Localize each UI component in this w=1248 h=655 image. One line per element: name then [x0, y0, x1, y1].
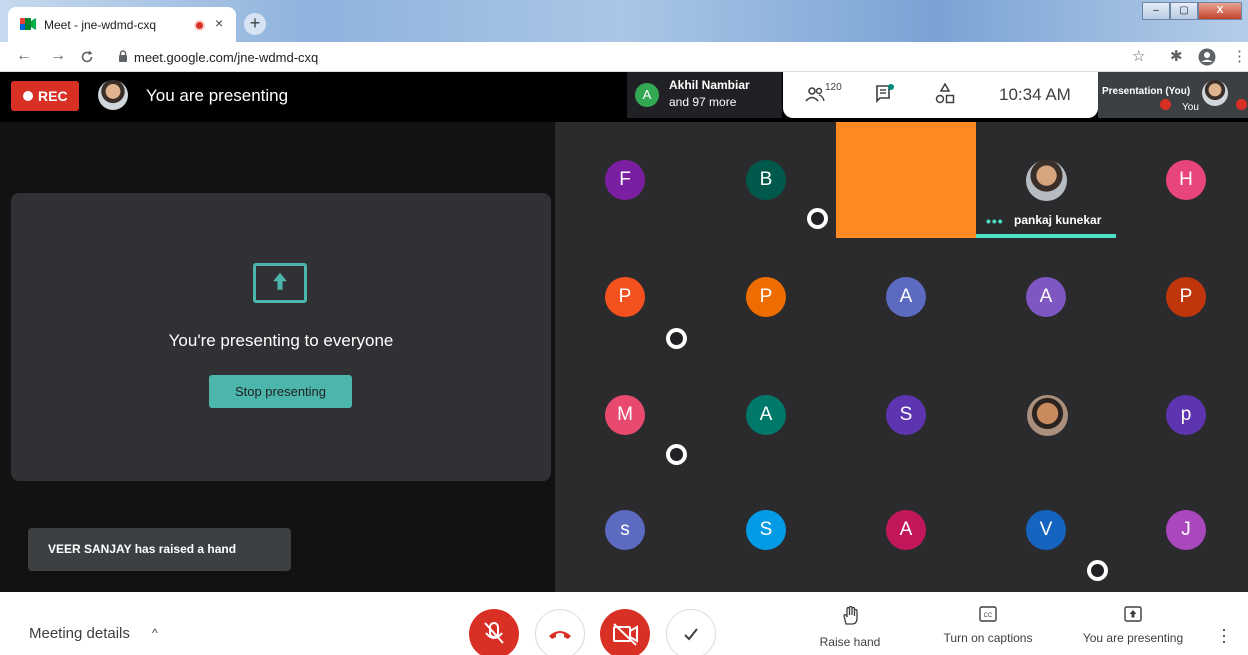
mic-off-icon [484, 622, 504, 644]
camera-off-icon [613, 623, 638, 646]
minimize-button[interactable]: – [1142, 2, 1170, 20]
present-icon [1124, 606, 1142, 622]
maximize-button[interactable]: ▢ [1170, 2, 1198, 20]
raise-hand-label: Raise hand [819, 635, 881, 649]
window-controls: – ▢ X [1142, 2, 1242, 20]
hand-icon [843, 605, 858, 625]
recording-dot-icon [23, 91, 33, 101]
mic-off-button[interactable] [469, 609, 519, 655]
captions-icon: CC [979, 606, 997, 622]
participant-avatar: S [886, 395, 926, 435]
hand-icon [666, 444, 687, 465]
muted-icon [1160, 99, 1171, 110]
participant-avatar: A [886, 277, 926, 317]
more-icon[interactable]: · · · [1221, 620, 1227, 650]
raised-hand-toast: VEER SANJAY has raised a hand [28, 528, 291, 571]
meeting-info-pill: 120 10:34 AM [783, 72, 1098, 118]
address-bar: ← → meet.google.com/jne-wdmd-cxq ☆ ✱ ⋮ [0, 42, 1248, 72]
extensions-icon[interactable]: ✱ [1170, 47, 1183, 65]
svg-text:CC: CC [984, 613, 993, 619]
menu-icon[interactable]: ⋮ [1232, 47, 1247, 65]
participant-avatar: p [1166, 395, 1206, 435]
captions-label: Turn on captions [943, 631, 1033, 645]
people-icon[interactable] [805, 86, 825, 102]
new-tab-button[interactable]: + [244, 13, 266, 35]
forward-icon[interactable]: → [50, 47, 66, 65]
leave-call-button[interactable] [535, 609, 585, 655]
participant-avatar: P [1166, 277, 1206, 317]
self-view-tile[interactable]: Presentation (You) You [1098, 72, 1248, 118]
check-button[interactable] [666, 609, 716, 655]
stop-presenting-button[interactable]: Stop presenting [209, 375, 352, 408]
lock-icon [119, 50, 127, 62]
browser-tab[interactable]: Meet - jne-wdmd-cxq × [8, 7, 236, 42]
participants-grid: F B ••• pankaj kunekar H P P A A P M A S… [555, 122, 1248, 592]
presenting-card: You're presenting to everyone Stop prese… [11, 193, 551, 481]
meet-top-bar: REC You are presenting A Akhil Nambiar a… [0, 72, 1248, 122]
activities-icon[interactable] [935, 83, 955, 105]
raise-hand-button[interactable]: Raise hand [812, 605, 888, 649]
participant-avatar: B [746, 160, 786, 200]
hand-icon [1087, 560, 1108, 581]
hand-icon [807, 208, 828, 229]
self-thumb-label: Presentation (You) [1102, 86, 1191, 97]
star-icon[interactable]: ☆ [1132, 47, 1145, 65]
participant-avatar: A [886, 510, 926, 550]
avatar [1026, 160, 1067, 201]
chevron-up-icon[interactable]: ^ [152, 626, 158, 640]
speaker-avatar: A [635, 83, 659, 107]
meeting-details-button[interactable]: Meeting details [29, 625, 130, 642]
participant-avatar: A [746, 395, 786, 435]
end-call-icon [549, 631, 571, 639]
participant-avatar: J [1166, 510, 1206, 550]
chat-icon[interactable] [875, 84, 895, 104]
muted-icon [1236, 99, 1247, 110]
more-options-icon[interactable]: ••• [986, 213, 1004, 229]
participant-name: pankaj kunekar [1014, 213, 1102, 227]
participant-avatar: V [1026, 510, 1066, 550]
avatar [1027, 395, 1068, 436]
participant-avatar: M [605, 395, 645, 435]
url-field[interactable]: meet.google.com/jne-wdmd-cxq [134, 50, 318, 65]
active-speaker-chip[interactable]: A Akhil Nambiar and 97 more [627, 72, 782, 118]
tab-title: Meet - jne-wdmd-cxq [44, 18, 157, 32]
participant-avatar: S [746, 510, 786, 550]
speaker-more: and 97 more [669, 95, 737, 109]
self-you-label: You [1182, 102, 1199, 113]
check-icon [684, 628, 698, 641]
presenting-heading: You're presenting to everyone [168, 331, 394, 350]
profile-icon[interactable] [1198, 48, 1216, 66]
recording-badge: REC [11, 81, 79, 111]
speaking-indicator [976, 234, 1116, 238]
recording-icon [194, 20, 205, 31]
presentation-area: You're presenting to everyone Stop prese… [0, 122, 555, 592]
participant-avatar: P [605, 277, 645, 317]
presenting-label: You are presenting [146, 86, 289, 105]
clock: 10:34 AM [999, 85, 1071, 104]
close-icon[interactable]: × [215, 15, 223, 31]
call-controls-bar: Meeting details ^ Raise hand CC Turn on … [0, 592, 1248, 655]
avatar [98, 80, 128, 110]
rec-label: REC [38, 88, 68, 104]
speaker-name: Akhil Nambiar [669, 78, 750, 92]
window-close-button[interactable]: X [1198, 2, 1242, 20]
present-now-button[interactable]: You are presenting [1078, 606, 1188, 645]
avatar [1202, 80, 1228, 106]
you-are-presenting-label: You are presenting [1082, 631, 1184, 645]
participant-avatar: A [1026, 277, 1066, 317]
participant-avatar: P [746, 277, 786, 317]
reload-icon[interactable] [80, 50, 94, 64]
meet-favicon-icon [20, 18, 36, 30]
present-icon [253, 263, 307, 303]
participant-avatar: s [605, 510, 645, 550]
camera-off-button[interactable] [600, 609, 650, 655]
participant-tile [836, 122, 976, 238]
people-count: 120 [825, 82, 842, 93]
captions-button[interactable]: CC Turn on captions [936, 606, 1040, 645]
browser-tabstrip: Meet - jne-wdmd-cxq × + – ▢ X [0, 0, 1248, 42]
hand-icon [666, 328, 687, 349]
back-icon[interactable]: ← [16, 47, 32, 65]
participant-avatar: F [605, 160, 645, 200]
participant-avatar: H [1166, 160, 1206, 200]
